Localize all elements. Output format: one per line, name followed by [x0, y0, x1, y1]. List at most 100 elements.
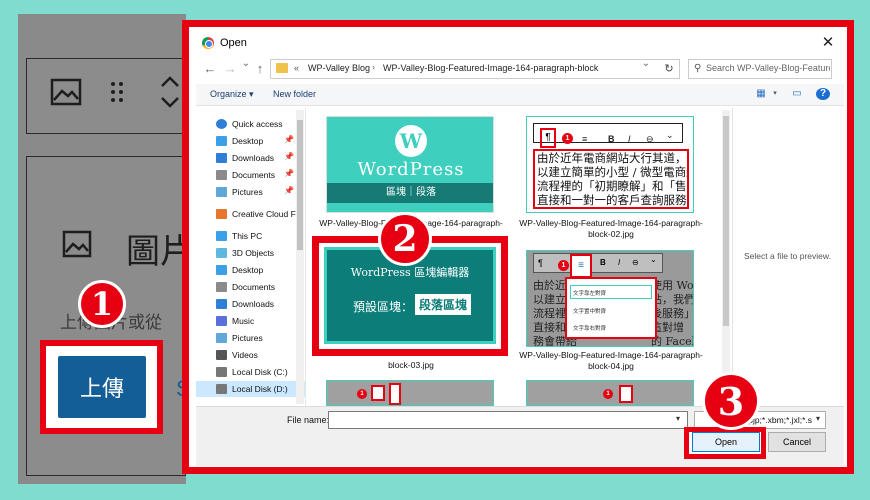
- close-button[interactable]: ✕: [818, 33, 838, 53]
- search-placeholder[interactable]: Search WP-Valley-Blog-Featured-Image-164…: [706, 63, 830, 73]
- sidebar-item[interactable]: Videos: [196, 347, 305, 363]
- address-dropdown-icon[interactable]: ⌄: [638, 58, 654, 69]
- organize-menu[interactable]: Organize ▾: [210, 89, 254, 100]
- drag-handle-icon[interactable]: [108, 78, 126, 106]
- file-list-scrollbar-thumb[interactable]: [723, 116, 729, 326]
- breadcrumb-current-folder[interactable]: WP-Valley-Blog-Featured-Image-164-paragr…: [383, 63, 598, 73]
- file-thumbnail-block-02[interactable]: ¶ 1 ≡ B I ⊖ ⌄ 由於近年電商網站大行其道，使用 以建立簡單的小型 /…: [526, 116, 694, 213]
- sidebar-item[interactable]: This PC: [196, 228, 305, 244]
- thumbnail-text-line: 這對增: [651, 321, 684, 334]
- file-thumbnail-partial[interactable]: 1: [326, 380, 494, 406]
- thumbnail-paragraph: 由於近年電商網站大行其道，使用 以建立簡單的小型 / 微型電商網站 流程裡的「初…: [533, 149, 689, 209]
- thumbnail-highlight: [389, 383, 401, 405]
- sidebar-item-label: Creative Cloud Fil: [232, 209, 300, 219]
- pin-icon[interactable]: 📌: [284, 169, 294, 178]
- sidebar-item[interactable]: Creative Cloud Fil: [196, 206, 305, 222]
- sidebar-item[interactable]: Local Disk (D:): [196, 381, 305, 397]
- image-block-icon[interactable]: [50, 78, 82, 106]
- link-icon: ⊖: [646, 134, 654, 144]
- breadcrumb-blog[interactable]: Blog: [352, 63, 370, 73]
- thumbnail-band-text: 區塊｜段落: [327, 183, 493, 203]
- up-folder-icon[interactable]: ↑: [252, 61, 268, 76]
- sidebar-item[interactable]: Desktop 📌: [196, 133, 305, 149]
- sidebar-item[interactable]: Downloads: [196, 296, 305, 312]
- disk-icon: [216, 384, 227, 394]
- file-type-dropdown-icon[interactable]: ▾: [816, 414, 820, 423]
- step-2-callout: 2: [378, 212, 432, 266]
- bold-icon: B: [608, 134, 615, 144]
- italic-icon: I: [618, 258, 621, 267]
- image-icon: [62, 230, 92, 258]
- thumbnail-text-line: 直接和一對一的客戶查詢服務，這: [537, 193, 687, 207]
- sidebar-item-label: Local Disk (C:): [232, 367, 288, 377]
- sidebar-item-label: Music: [232, 316, 255, 326]
- preview-pane-icon[interactable]: ▭: [790, 88, 804, 100]
- desktop-icon: [216, 136, 227, 146]
- sidebar-item[interactable]: Local Disk (C:): [196, 364, 305, 380]
- align-icon: ≡: [570, 254, 592, 278]
- pc-icon: [216, 231, 227, 241]
- sidebar-item[interactable]: Pictures 📌: [196, 184, 305, 200]
- thumbnail-menu-item: 文字靠右對齊: [573, 326, 607, 332]
- sidebar-item[interactable]: Downloads 📌: [196, 150, 305, 166]
- download-icon: [216, 153, 227, 163]
- dialog-title: Open: [220, 37, 247, 49]
- thumbnail-toolbar: ¶ 1 ≡ B I ⊖ ⌄: [533, 253, 663, 278]
- navigation-scrollbar-thumb[interactable]: [297, 120, 303, 250]
- breadcrumb-overflow[interactable]: «: [294, 63, 299, 73]
- cancel-button[interactable]: Cancel: [768, 432, 826, 452]
- thumbnail-highlight: [371, 385, 385, 401]
- file-name-input[interactable]: [328, 411, 688, 429]
- sidebar-item-label: 3D Objects: [232, 248, 275, 258]
- sidebar-item-label: Documents: [232, 170, 275, 180]
- sidebar-item-label: Downloads: [232, 153, 275, 163]
- sidebar-item[interactable]: Quick access: [196, 116, 305, 132]
- cube-icon: [216, 248, 227, 258]
- refresh-icon[interactable]: ↻: [660, 60, 678, 78]
- file-thumbnail-featured-image[interactable]: W WordPress 區塊｜段落: [326, 116, 494, 213]
- back-arrow-icon[interactable]: ←: [202, 61, 218, 76]
- thumbnail-paragraph-right: 使用 Wo 站，我們 後服務」 這對增 的 Faceb: [651, 279, 693, 346]
- forward-arrow-icon[interactable]: →: [222, 61, 238, 76]
- star-icon: [216, 119, 227, 129]
- pictures-icon: [216, 187, 227, 197]
- document-icon: [216, 170, 227, 180]
- help-icon[interactable]: ?: [816, 88, 830, 100]
- step-1-callout: 1: [78, 280, 126, 328]
- thumbnail-text-line: 由於近年電商網站大行其道，使用: [537, 151, 687, 165]
- sidebar-item[interactable]: Documents: [196, 279, 305, 295]
- chrome-icon: [202, 37, 214, 49]
- pin-icon[interactable]: 📌: [284, 135, 294, 144]
- open-button[interactable]: Open: [692, 432, 760, 452]
- thumbnail-menu-item: 文字靠左對齊: [573, 291, 607, 297]
- thumbnail-step-marker: 1: [603, 389, 613, 399]
- file-name-label[interactable]: WP-Valley-Blog-Featured-Image-164-paragr…: [516, 350, 706, 372]
- upload-button[interactable]: 上傳: [58, 356, 146, 418]
- sidebar-item[interactable]: Music: [196, 313, 305, 329]
- view-options-icon[interactable]: ▦: [754, 88, 768, 100]
- view-dropdown-icon[interactable]: ▾: [768, 88, 782, 100]
- sidebar-item[interactable]: Desktop: [196, 262, 305, 278]
- video-icon: [216, 350, 227, 360]
- sidebar-item[interactable]: 3D Objects: [196, 245, 305, 261]
- sidebar-item-label: Desktop: [232, 136, 264, 146]
- file-name-label[interactable]: WP-Valley-Blog-Featured-Image-164-paragr…: [516, 218, 706, 240]
- disk-icon: [216, 367, 227, 377]
- sidebar-item[interactable]: Pictures: [196, 330, 305, 346]
- move-up-down-icon[interactable]: [158, 72, 182, 112]
- file-thumbnail-partial[interactable]: 1: [526, 380, 694, 406]
- thumbnail-label: 預設區塊：: [353, 300, 414, 314]
- paragraph-icon: ¶: [538, 258, 543, 268]
- more-icon: ⌄: [666, 130, 674, 140]
- file-name-dropdown-icon[interactable]: ▾: [676, 414, 680, 423]
- sidebar-item[interactable]: Documents 📌: [196, 167, 305, 183]
- sidebar-item-label: Documents: [232, 282, 275, 292]
- pin-icon[interactable]: 📌: [284, 152, 294, 161]
- pin-icon[interactable]: 📌: [284, 186, 294, 195]
- file-thumbnail-block-04[interactable]: ¶ 1 ≡ B I ⊖ ⌄ 由於近年 以建立簡 流程裡的 直接和 務會帶給 使用…: [526, 250, 694, 347]
- sidebar-item-label: Quick access: [232, 119, 283, 129]
- document-icon: [216, 282, 227, 292]
- file-name-label[interactable]: block-03.jpg: [316, 360, 506, 371]
- new-folder-button[interactable]: New folder: [273, 89, 316, 99]
- sidebar-item-label: Downloads: [232, 299, 275, 309]
